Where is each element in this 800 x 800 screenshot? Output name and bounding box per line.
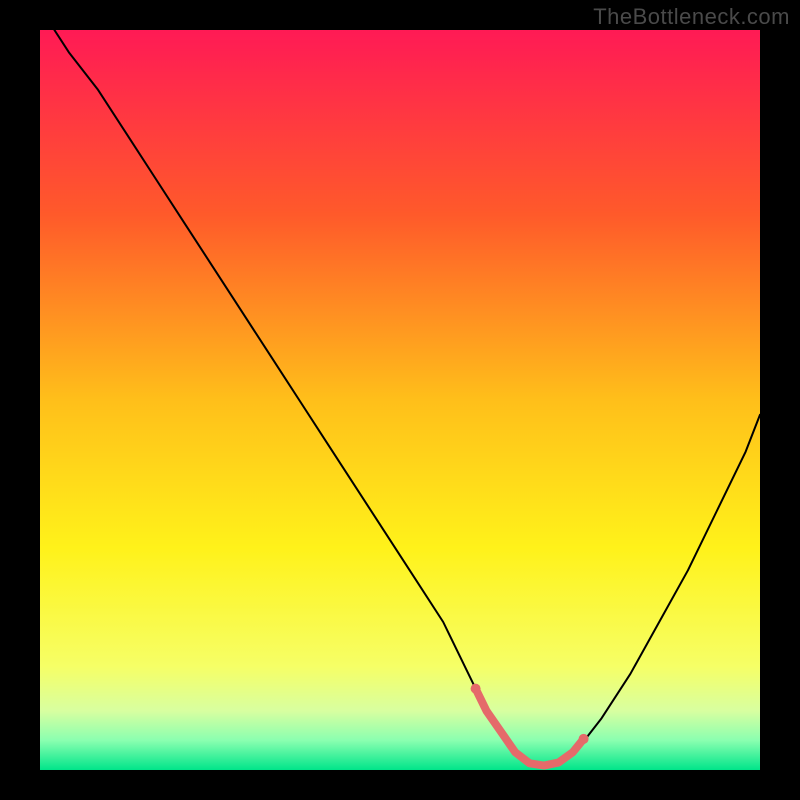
chart-plot [40,30,760,770]
chart-svg [40,30,760,770]
sweet-spot-dot [471,684,481,694]
chart-frame: TheBottleneck.com [0,0,800,800]
gradient-background [40,30,760,770]
sweet-spot-dot [579,734,589,744]
watermark-text: TheBottleneck.com [593,4,790,30]
